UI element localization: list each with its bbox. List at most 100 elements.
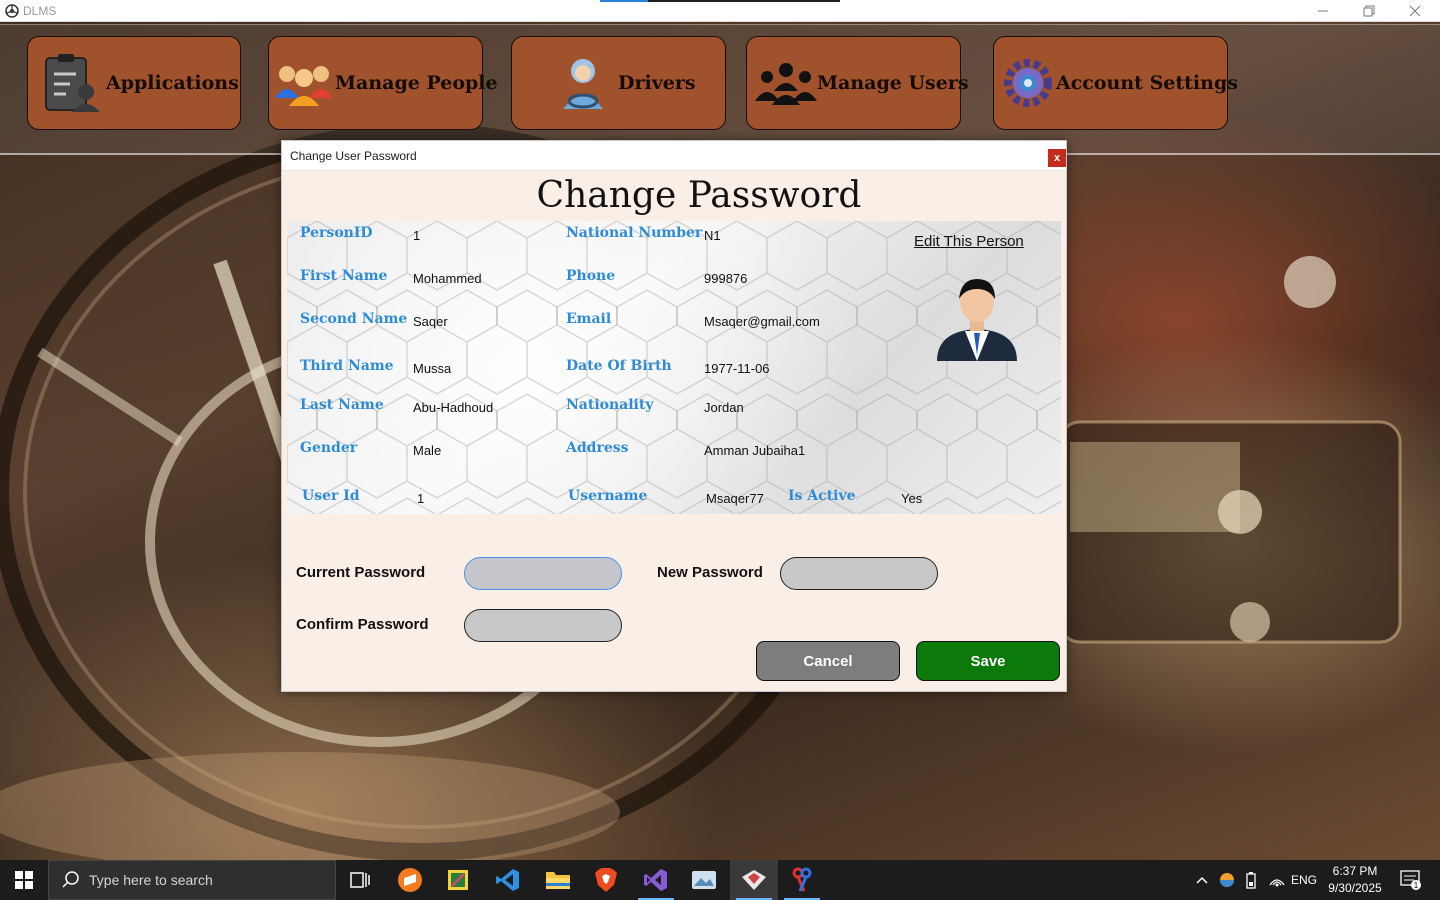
taskbar-app-brave[interactable] xyxy=(582,860,630,900)
national-number-value: N1 xyxy=(704,228,721,243)
manage-people-button[interactable]: Manage People xyxy=(268,36,498,130)
tools-icon xyxy=(792,867,812,892)
clipboard-user-icon xyxy=(38,52,104,114)
app-logo-icon xyxy=(5,4,19,18)
taskbar-app-visual-studio[interactable] xyxy=(632,860,680,900)
sublime-text-icon xyxy=(398,868,422,892)
address-label: Address xyxy=(566,440,629,456)
account-settings-label: Account Settings xyxy=(1056,72,1238,94)
vscode-icon xyxy=(496,869,519,891)
cancel-button[interactable]: Cancel xyxy=(756,641,900,681)
taskbar-app-tools[interactable] xyxy=(778,860,826,900)
battery-icon xyxy=(1246,872,1256,889)
notification-icon: 1 xyxy=(1400,870,1421,890)
user-id-value: 1 xyxy=(417,491,425,506)
main-menu-bar: Applications Manage People Drivers Manag… xyxy=(0,24,1440,155)
window-titlebar: DLMS xyxy=(0,0,1440,22)
taskbar-app-file-explorer[interactable] xyxy=(534,860,582,900)
battery-indicator[interactable] xyxy=(1240,860,1262,900)
email-label: Email xyxy=(566,311,612,327)
brave-browser-icon xyxy=(595,868,617,892)
account-settings-button[interactable]: Account Settings xyxy=(993,36,1238,130)
manage-people-label: Manage People xyxy=(335,72,498,94)
is-active-label: Is Active xyxy=(788,488,856,504)
nationality-label: Nationality xyxy=(566,397,654,413)
person-id-label: PersonID xyxy=(300,225,373,241)
last-name-label: Last Name xyxy=(300,397,384,413)
gear-icon xyxy=(1000,55,1056,111)
chevron-up-icon xyxy=(1196,876,1208,884)
notification-count: 1 xyxy=(1414,881,1419,890)
network-indicator[interactable] xyxy=(1266,860,1288,900)
driver-icon xyxy=(548,53,618,113)
gender-label: Gender xyxy=(300,440,358,456)
show-hidden-icons-button[interactable] xyxy=(1192,860,1212,900)
language-indicator[interactable]: ENG xyxy=(1290,860,1318,900)
media-app-icon xyxy=(692,871,716,889)
person-id-value: 1 xyxy=(413,228,421,243)
date-of-birth-label: Date Of Birth xyxy=(566,358,672,374)
drivers-label: Drivers xyxy=(618,72,696,94)
edit-person-link[interactable]: Edit This Person xyxy=(914,233,1024,250)
date-of-birth-value: 1977-11-06 xyxy=(704,361,770,376)
new-password-input[interactable] xyxy=(780,557,938,590)
taskbar-search-box[interactable]: Type here to search xyxy=(48,860,336,900)
page-title: Change Password xyxy=(536,175,862,216)
gender-value: Male xyxy=(413,443,442,458)
username-label: Username xyxy=(568,488,648,504)
task-view-icon xyxy=(350,872,370,888)
close-icon xyxy=(1409,5,1421,17)
current-password-input[interactable] xyxy=(464,557,622,590)
current-password-label: Current Password xyxy=(296,564,426,581)
new-password-label: New Password xyxy=(657,564,763,581)
second-name-value: Saqer xyxy=(413,314,448,329)
users-group-icon xyxy=(755,61,817,105)
first-name-label: First Name xyxy=(300,268,388,284)
user-id-label: User Id xyxy=(302,488,360,504)
manage-users-label: Manage Users xyxy=(817,72,969,94)
last-name-value: Abu-Hadhoud xyxy=(413,400,494,415)
task-view-button[interactable] xyxy=(336,860,384,900)
notification-center-button[interactable]: 1 xyxy=(1394,860,1428,900)
save-button[interactable]: Save xyxy=(916,641,1060,681)
phone-label: Phone xyxy=(566,268,616,284)
manage-users-button[interactable]: Manage Users xyxy=(746,36,969,130)
search-icon xyxy=(62,871,79,888)
change-password-dialog: Change User Password x Change Password P… xyxy=(281,140,1067,692)
third-name-label: Third Name xyxy=(300,358,394,374)
taskbar-app-sublime[interactable] xyxy=(386,860,434,900)
phone-value: 999876 xyxy=(704,271,748,286)
clock-date: 9/30/2025 xyxy=(1328,881,1382,895)
taskbar: Type here to search ENG 6:37 PM 9/30/202… xyxy=(0,860,1440,900)
clock-time: 6:37 PM xyxy=(1332,864,1378,878)
restore-button[interactable] xyxy=(1346,0,1392,22)
taskbar-app-editor[interactable] xyxy=(434,860,482,900)
dialog-close-button[interactable]: x xyxy=(1048,149,1066,167)
taskbar-app-vscode[interactable] xyxy=(484,860,532,900)
second-name-label: Second Name xyxy=(300,311,408,327)
start-button[interactable] xyxy=(0,860,48,900)
wifi-icon xyxy=(1269,879,1285,887)
minimize-icon xyxy=(1318,10,1328,12)
taskbar-app-media[interactable] xyxy=(680,860,728,900)
username-value: Msaqer77 xyxy=(706,491,764,506)
applications-button[interactable]: Applications xyxy=(27,36,241,130)
confirm-password-input[interactable] xyxy=(464,609,622,642)
first-name-value: Mohammed xyxy=(413,271,482,286)
drivers-button[interactable]: Drivers xyxy=(511,36,726,130)
minimize-button[interactable] xyxy=(1300,0,1346,22)
tray-app-button[interactable] xyxy=(1216,860,1238,900)
people-group-icon xyxy=(273,58,335,108)
confirm-password-label: Confirm Password xyxy=(296,616,429,633)
user-info-card: PersonID 1 First Name Mohammed Second Na… xyxy=(287,221,1061,514)
taskbar-app-dlms[interactable] xyxy=(730,860,778,900)
restore-icon xyxy=(1363,5,1375,17)
close-window-button[interactable] xyxy=(1392,0,1438,22)
tray-app-icon xyxy=(1220,873,1234,887)
applications-label: Applications xyxy=(106,72,239,94)
folder-icon xyxy=(546,872,570,889)
nationality-value: Jordan xyxy=(704,400,744,415)
address-value: Amman Jubaiha1 xyxy=(704,443,806,458)
is-active-value: Yes xyxy=(901,491,923,506)
clock[interactable]: 6:37 PM 9/30/2025 xyxy=(1318,863,1392,897)
